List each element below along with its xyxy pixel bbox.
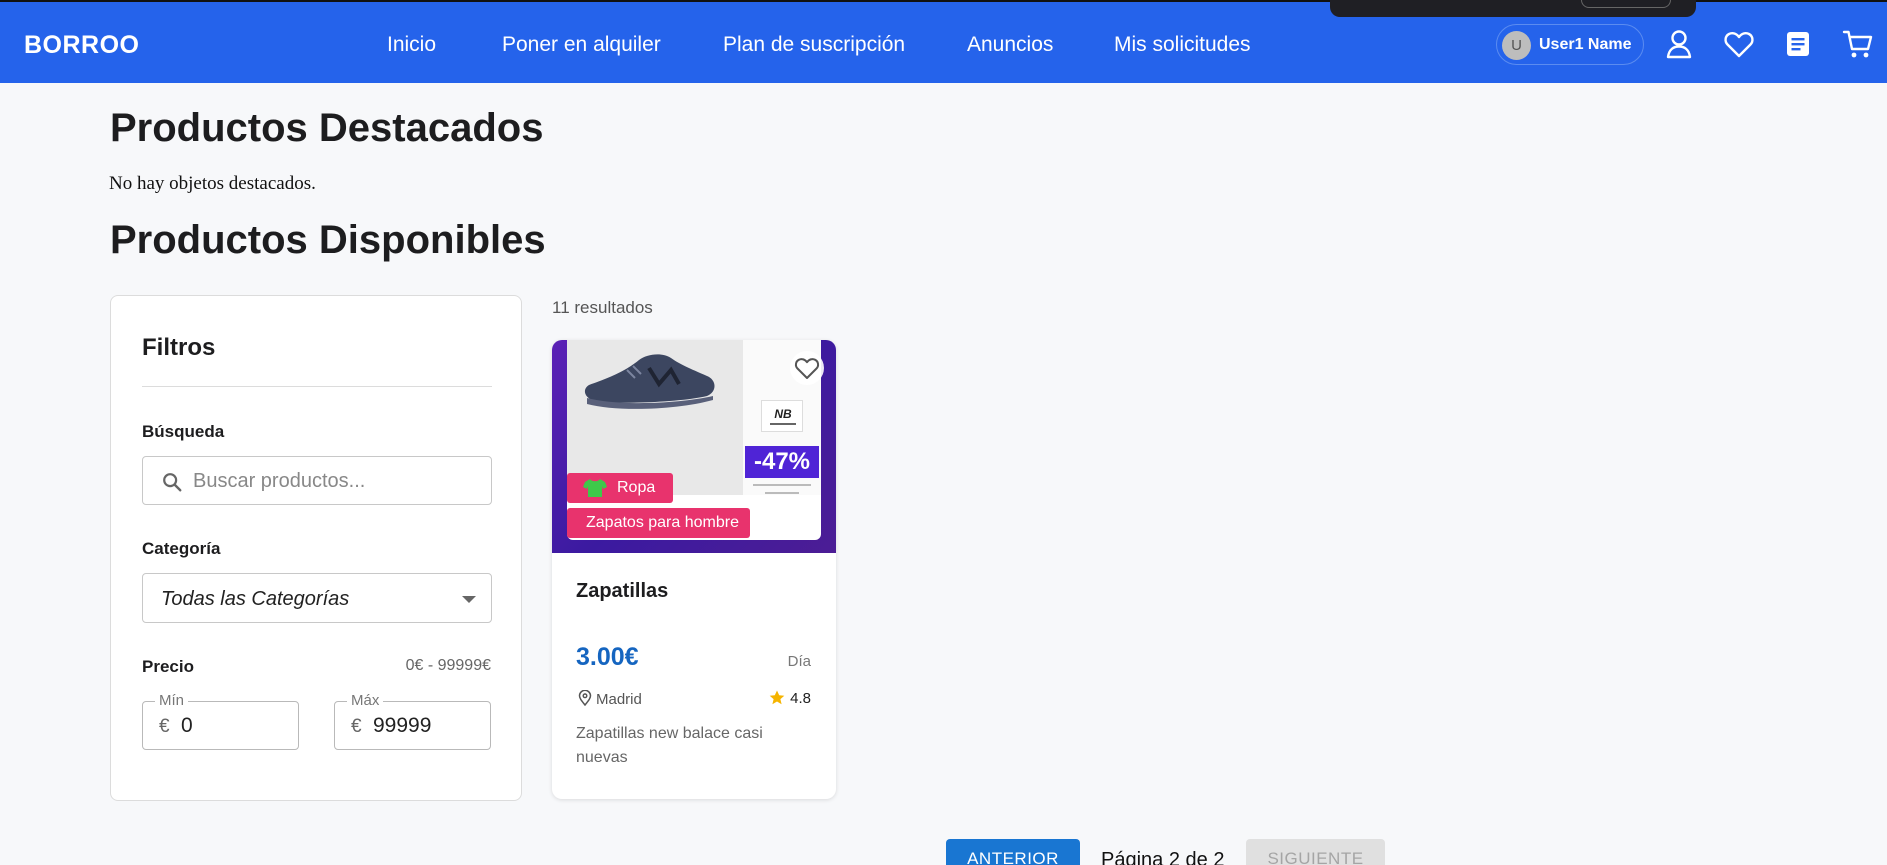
nav-link-inicio[interactable]: Inicio [387, 33, 436, 57]
search-field[interactable] [142, 456, 492, 505]
max-price-label: Máx [347, 692, 384, 709]
heart-outline-icon [794, 358, 820, 379]
nav-link-mis-solicitudes[interactable]: Mis solicitudes [1114, 33, 1251, 57]
discount-label: -47% [745, 446, 819, 478]
notification-toast [1330, 0, 1696, 17]
min-price-label: Mín [155, 692, 189, 709]
user-name: User1 Name [1539, 36, 1632, 53]
featured-title: Productos Destacados [110, 106, 544, 150]
list-icon[interactable] [1782, 28, 1814, 60]
product-location: Madrid [578, 689, 642, 708]
nav-link-anuncios[interactable]: Anuncios [967, 33, 1053, 57]
svg-text:NB: NB [774, 407, 792, 421]
logo[interactable]: BORROO [24, 31, 140, 60]
price-period: Día [787, 653, 811, 670]
subcategory-chip-label: Zapatos para hombre [586, 514, 739, 531]
max-price-input[interactable]: 99999 [373, 714, 431, 738]
max-price-field[interactable]: Máx € 99999 [334, 692, 491, 750]
chevron-down-icon [462, 596, 476, 603]
favorite-button[interactable] [790, 351, 824, 385]
filters-panel: Filtros Búsqueda Categoría Todas las Cat… [110, 295, 522, 801]
product-card[interactable]: NB -47% Ropa Zapatos para hombre Zapatil… [552, 340, 836, 799]
product-image: NB -47% Ropa Zapatos para hombre [552, 340, 836, 553]
page-indicator: Página 2 de 2 [1101, 849, 1225, 865]
product-rating: 4.8 [769, 690, 811, 707]
currency-symbol: € [351, 716, 362, 737]
product-title[interactable]: Zapatillas [576, 580, 668, 603]
avatar: U [1502, 31, 1531, 60]
rating-value: 4.8 [790, 690, 811, 707]
shirt-icon [583, 479, 607, 497]
category-chip: Ropa [567, 473, 673, 503]
user-icon[interactable] [1663, 28, 1695, 60]
category-chip-label: Ropa [617, 479, 656, 496]
product-description: Zapatillas new balace casi nuevas [576, 725, 763, 766]
brand-logo: NB [761, 400, 803, 432]
location-pin-icon [578, 689, 592, 707]
filters-title: Filtros [142, 334, 216, 361]
filters-divider [142, 386, 492, 387]
featured-empty-text: No hay objetos destacados. [109, 173, 316, 194]
result-count: 11 resultados [552, 298, 653, 317]
nav-link-poner-en-alquiler[interactable]: Poner en alquiler [502, 33, 661, 57]
min-price-input[interactable]: 0 [181, 714, 193, 738]
shoe-photo-panel [567, 340, 743, 495]
shoe-image [584, 354, 715, 409]
heart-icon[interactable] [1723, 28, 1755, 60]
cart-icon[interactable] [1842, 28, 1874, 60]
top-navbar: BORROO Inicio Poner en alquiler Plan de … [0, 0, 1887, 83]
star-icon [769, 690, 785, 705]
subcategory-chip: Zapatos para hombre [567, 508, 750, 538]
search-input[interactable] [193, 467, 483, 495]
fine-print [753, 484, 811, 494]
category-select[interactable]: Todas las Categorías [142, 573, 492, 623]
search-label: Búsqueda [142, 422, 225, 441]
toast-button[interactable] [1581, 0, 1671, 8]
min-price-field[interactable]: Mín € 0 [142, 692, 299, 750]
category-label: Categoría [142, 539, 221, 558]
nav-link-plan-suscripcion[interactable]: Plan de suscripción [723, 33, 905, 57]
product-price: 3.00€ [576, 643, 639, 671]
previous-page-button[interactable]: ANTERIOR [946, 839, 1080, 865]
currency-symbol: € [159, 716, 170, 737]
price-label: Precio [142, 657, 194, 676]
user-menu-chip[interactable]: U User1 Name [1496, 24, 1644, 65]
next-page-button[interactable]: SIGUIENTE [1246, 839, 1385, 865]
location-text: Madrid [596, 691, 642, 708]
available-title: Productos Disponibles [110, 218, 546, 262]
search-icon [163, 473, 182, 492]
category-selected-value: Todas las Categorías [161, 588, 350, 610]
price-range-text: 0€ - 99999€ [405, 657, 491, 674]
